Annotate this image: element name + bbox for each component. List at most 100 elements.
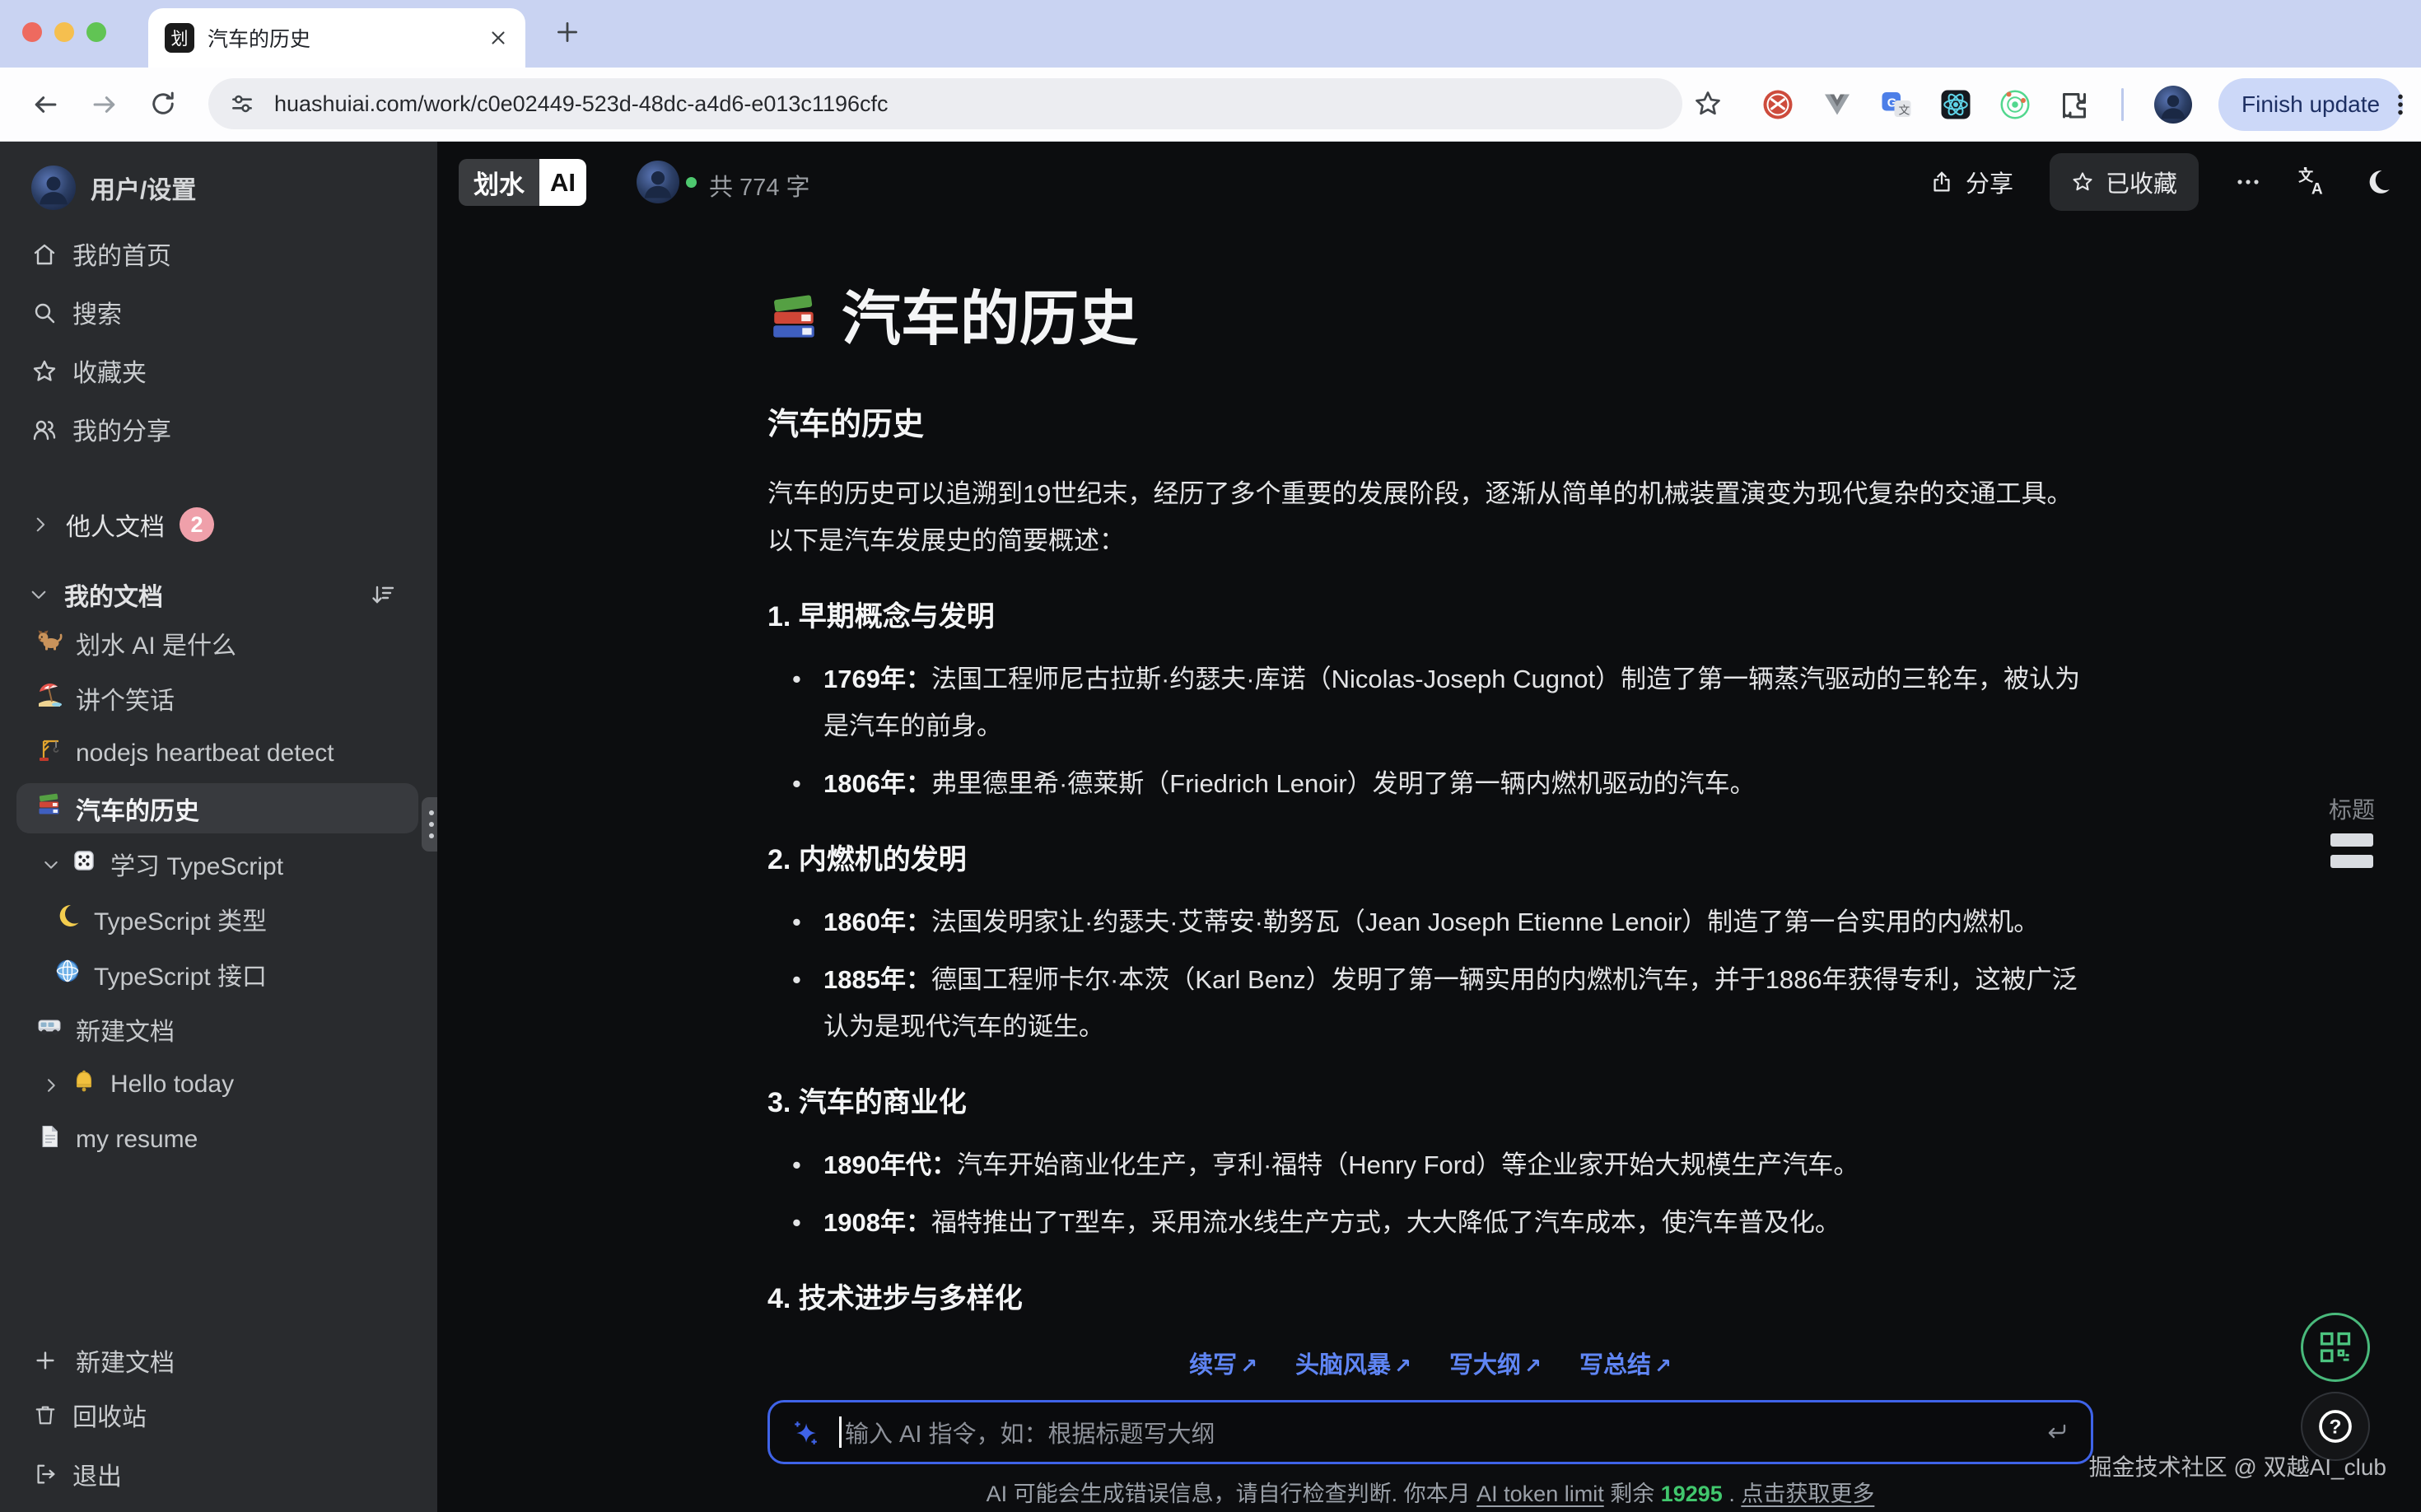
sidebar-item-search[interactable]: 搜索	[0, 291, 437, 334]
forward-icon[interactable]	[89, 89, 120, 120]
sidebar-doc-car-history[interactable]: 汽车的历史	[0, 781, 437, 836]
outline-bar[interactable]	[2330, 833, 2373, 847]
browser-menu-icon[interactable]	[2386, 91, 2414, 119]
app-logo: 划水 AI	[459, 159, 586, 206]
extension-ionic-icon[interactable]	[1998, 87, 2032, 122]
quick-action-1[interactable]: 续写↗	[1189, 1346, 1257, 1380]
quick-action-2[interactable]: 头脑风暴↗	[1295, 1346, 1411, 1380]
section-heading[interactable]: 1. 早期概念与发明	[767, 594, 2093, 634]
extension-vue-icon[interactable]	[1820, 87, 1854, 122]
doc-label: TypeScript 接口	[94, 956, 267, 992]
outline-indicator[interactable]: 标题	[2311, 792, 2393, 868]
sidebar-item-label: 我的首页	[72, 236, 171, 272]
bullet-item[interactable]: 1860年：法国发明家让·约瑟夫·艾蒂安·勒努瓦（Jean Joseph Eti…	[767, 898, 2093, 945]
chevron-right-icon[interactable]	[41, 1071, 61, 1099]
sidebar-user-settings[interactable]: 用户/设置	[0, 161, 437, 214]
extension-react-icon[interactable]	[1938, 87, 1973, 122]
finish-update-button[interactable]: Finish update	[2218, 78, 2403, 131]
bullet-list: 1890年代：汽车开始商业化生产，亨利·福特（Henry Ford）等企业家开始…	[767, 1141, 2093, 1246]
theme-toggle-moon-icon[interactable]	[2363, 168, 2391, 196]
chevron-down-icon[interactable]	[41, 850, 61, 878]
sidebar-doc-nodejs-heartbeat-detect[interactable]: nodejs heartbeat detect	[0, 726, 437, 781]
section-heading[interactable]: 4. 技术进步与多样化	[767, 1276, 2093, 1316]
back-icon[interactable]	[30, 89, 61, 120]
favorited-button[interactable]: 已收藏	[2050, 153, 2199, 211]
token-limit-link[interactable]: AI token limit	[1476, 1482, 1604, 1506]
window-zoom-button[interactable]	[86, 22, 106, 42]
sidebar-new-doc-button[interactable]: 新建文档	[0, 1337, 437, 1384]
share-icon	[1929, 170, 1954, 194]
doc-intro[interactable]: 汽车的历史可以追溯到19世纪末，经历了多个重要的发展阶段，逐渐从简单的机械装置演…	[767, 470, 2093, 564]
doc-emoji	[71, 1068, 97, 1101]
sidebar-item-my-docs[interactable]: 我的文档	[0, 574, 437, 615]
chevron-down-icon[interactable]	[28, 584, 49, 605]
extension-puzzle-icon[interactable]	[2057, 87, 2092, 122]
quick-action-4[interactable]: 写总结↗	[1579, 1346, 1672, 1380]
bullet-item[interactable]: 1885年：德国工程师卡尔·本茨（Karl Benz）发明了第一辆实用的内燃机汽…	[767, 956, 2093, 1050]
sidebar-doc-learn-typescript[interactable]: 学习 TypeScript	[0, 836, 437, 891]
bullet-item[interactable]: 1806年：弗里德里希·德莱斯（Friedrich Lenoir）发明了第一辆内…	[767, 760, 2093, 807]
doc-emoji	[36, 1013, 63, 1046]
token-remaining: 19295	[1661, 1482, 1723, 1506]
section-heading[interactable]: 2. 内燃机的发明	[767, 837, 2093, 877]
section-heading[interactable]: 3. 汽车的商业化	[767, 1080, 2093, 1120]
window-controls	[22, 22, 106, 42]
sidebar-doc-hello-today[interactable]: Hello today	[0, 1057, 437, 1112]
sidebar-item-my-shares[interactable]: 我的分享	[0, 408, 437, 450]
ai-input-placeholder: 输入 AI 指令，如：根据标题写大纲	[845, 1415, 2043, 1449]
doc-label: 划水 AI 是什么	[76, 625, 236, 661]
extension-juejin-icon[interactable]	[1761, 87, 1795, 122]
window-close-button[interactable]	[22, 22, 42, 42]
bookmark-star-icon[interactable]	[1693, 89, 1723, 119]
bullet-item[interactable]: 1890年代：汽车开始商业化生产，亨利·福特（Henry Ford）等企业家开始…	[767, 1141, 2093, 1188]
community-credit: 掘金技术社区 @ 双越AI_club	[2089, 1449, 2386, 1482]
sidebar-doc-typescript-interface[interactable]: TypeScript 接口	[0, 946, 437, 1001]
window-minimize-button[interactable]	[54, 22, 74, 42]
chevron-right-icon[interactable]	[30, 514, 51, 535]
sidebar-logout[interactable]: 退出	[0, 1454, 437, 1495]
svg-text:文: 文	[1899, 104, 1910, 116]
doc-emoji	[36, 682, 63, 715]
extension-translate-icon[interactable]: G文	[1879, 87, 1914, 122]
sidebar-item-others-docs[interactable]: 他人文档 2	[0, 504, 437, 545]
sidebar-doc-my-resume[interactable]: my resume	[0, 1112, 437, 1167]
logo-hua: 划水	[459, 159, 539, 206]
more-options-icon[interactable]	[2235, 169, 2261, 195]
word-count: 共 774 字	[709, 168, 810, 203]
browser-profile-avatar[interactable]	[2154, 86, 2192, 124]
outline-bar[interactable]	[2330, 855, 2373, 868]
user-avatar[interactable]	[31, 166, 76, 210]
sidebar-doc-tell-a-joke[interactable]: 讲个笑话	[0, 670, 437, 726]
sidebar-doc-new-doc-van[interactable]: 新建文档	[0, 1001, 437, 1057]
site-settings-icon[interactable]	[228, 90, 256, 118]
quick-action-3[interactable]: 写大纲↗	[1449, 1346, 1542, 1380]
translate-icon[interactable]	[2297, 167, 2327, 197]
browser-tab[interactable]: 划 汽车的历史	[148, 8, 525, 68]
bullet-item[interactable]: 1769年：法国工程师尼古拉斯·约瑟夫·库诺（Nicolas-Joseph Cu…	[767, 656, 2093, 749]
ai-command-input[interactable]: 输入 AI 指令，如：根据标题写大纲	[767, 1400, 2093, 1464]
favorites-icon	[31, 357, 58, 385]
sidebar-doc-what-is-huashui-ai[interactable]: 划水 AI 是什么	[0, 615, 437, 670]
outline-label: 标题	[2311, 792, 2393, 825]
refresh-icon[interactable]	[148, 89, 178, 119]
sidebar-item-home[interactable]: 我的首页	[0, 232, 437, 275]
new-tab-button[interactable]	[553, 18, 581, 46]
user-settings-label: 用户/设置	[91, 170, 196, 206]
bullet-item[interactable]: 1908年：福特推出了T型车，采用流水线生产方式，大大降低了汽车成本，使汽车普及…	[767, 1199, 2093, 1246]
others-docs-badge: 2	[180, 507, 214, 542]
ai-disclaimer: AI 可能会生成错误信息，请自行检查判断. 你本月 AI token limit…	[767, 1476, 2093, 1508]
qr-code-button[interactable]	[2301, 1313, 2370, 1382]
sidebar-trash[interactable]: 回收站	[0, 1394, 437, 1435]
doc-h2[interactable]: 汽车的历史	[767, 399, 2093, 444]
share-button[interactable]: 分享	[1929, 165, 2013, 199]
enter-icon[interactable]	[2043, 1419, 2069, 1445]
url-bar[interactable]: huashuiai.com/work/c0e02449-523d-48dc-a4…	[208, 78, 1682, 129]
sidebar-item-favorites[interactable]: 收藏夹	[0, 349, 437, 392]
tab-close-icon[interactable]	[487, 27, 509, 49]
doc-title[interactable]: 汽车的历史	[767, 285, 2093, 354]
get-more-link[interactable]: 点击获取更多	[1741, 1482, 1874, 1506]
ai-sparkle-icon	[791, 1418, 819, 1446]
sidebar-doc-typescript-types[interactable]: TypeScript 类型	[0, 891, 437, 946]
sort-icon[interactable]	[369, 581, 395, 608]
doc-label: my resume	[76, 1126, 198, 1154]
